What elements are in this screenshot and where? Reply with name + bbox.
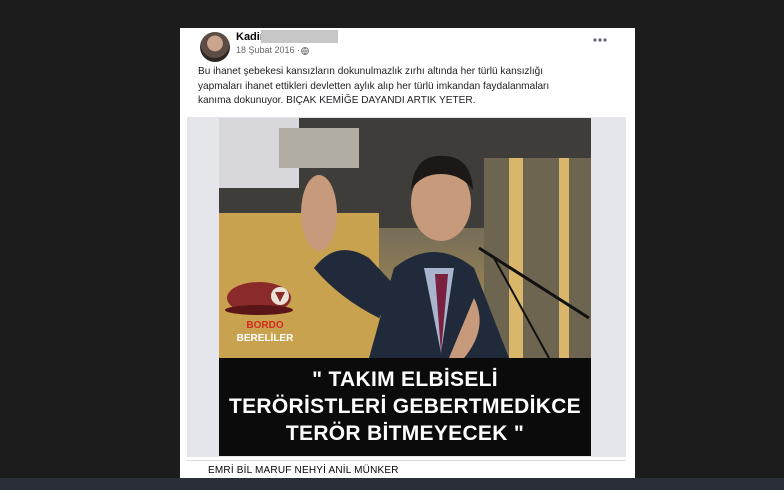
taskbar (0, 478, 784, 490)
svg-text:BORDO: BORDO (246, 320, 283, 331)
overlay-line: TERÖRİSTLERİ GEBERTMEDİKCE (229, 395, 581, 418)
svg-text:BERELİLER: BERELİLER (237, 331, 294, 344)
more-options-icon[interactable] (592, 36, 608, 44)
overlay-line: TERÖR BİTMEYECEK " (285, 422, 525, 445)
post-date[interactable]: 18 Şubat 2016 · (236, 45, 300, 55)
author-avatar[interactable] (200, 32, 230, 62)
post-image-container[interactable]: BORDO BERELİLER " TAKIM ELBİSELİ TERÖRİS… (187, 117, 626, 457)
overlay-line: " TAKIM ELBİSELİ (312, 368, 498, 391)
link-preview-title[interactable]: EMRİ BİL MARUF NEHYİ ANİL MÜNKER (208, 465, 399, 476)
post-text-line: Bu ihanet şebekesi kansızların dokunulma… (198, 66, 544, 77)
facebook-post-card: Kadir 18 Şubat 2016 · Bu ihanet şebekesi… (180, 28, 635, 490)
divider (187, 460, 626, 461)
globe-icon (301, 47, 309, 55)
image-overlay-text: " TAKIM ELBİSELİ TERÖRİSTLERİ GEBERTMEDİ… (219, 366, 591, 447)
post-photo[interactable]: BORDO BERELİLER " TAKIM ELBİSELİ TERÖRİS… (219, 118, 591, 456)
post-text: Bu ihanet şebekesi kansızların dokunulma… (198, 65, 618, 109)
post-text-line: kanıma dokunuyor. BIÇAK KEMİĞE DAYANDI A… (198, 95, 476, 106)
bordo-bereliler-logo: BORDO BERELİLER (225, 282, 294, 344)
author-name[interactable]: Kadir (236, 31, 264, 43)
post-text-line: yapmaları ihanet ettikleri devletten ayl… (198, 80, 550, 92)
redacted-name-block (261, 30, 338, 43)
